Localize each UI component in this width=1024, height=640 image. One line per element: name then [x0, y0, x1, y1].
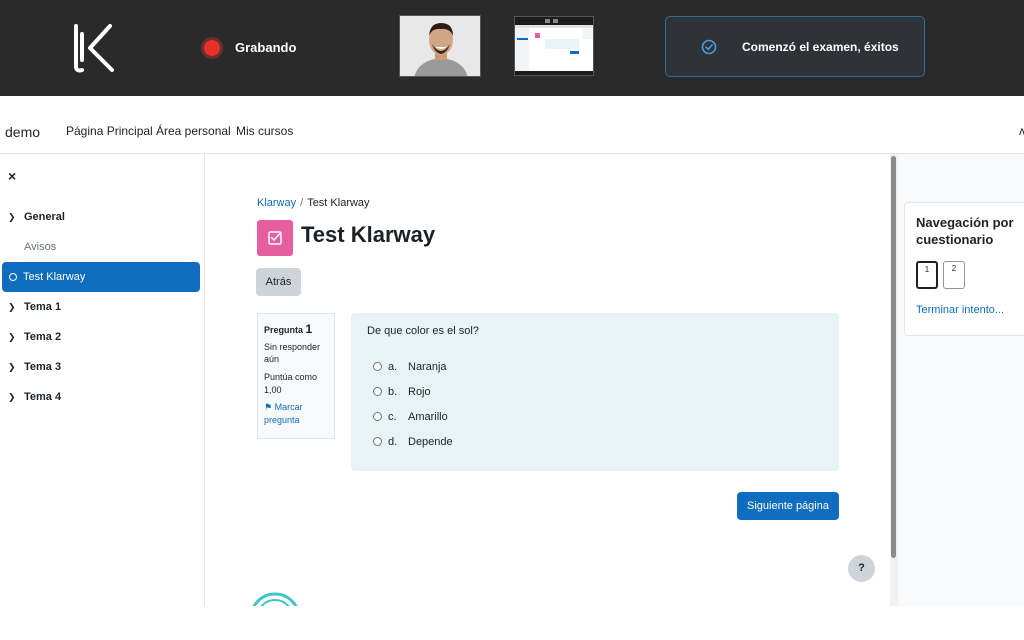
quiz-nav-question-1[interactable]: 1 [916, 261, 938, 289]
section-label: Tema 4 [24, 391, 62, 403]
check-circle-icon [701, 39, 717, 55]
main-content: Klarway / Test Klarway Test Klarway Atrás … [205, 154, 889, 606]
answer-option-d[interactable]: d. Depende [373, 436, 453, 448]
answer-option-a[interactable]: a. Naranja [373, 361, 447, 373]
next-page-button[interactable]: Siguiente página [737, 492, 839, 520]
option-text: Naranja [408, 361, 447, 373]
section-label: General [24, 211, 65, 223]
quiz-nav-question-2[interactable]: 2 [943, 261, 965, 289]
breadcrumb-current: Test Klarway [307, 197, 370, 209]
question-label: Pregunta [264, 325, 304, 335]
webcam-preview [399, 15, 481, 77]
recording-label: Grabando [235, 40, 297, 55]
finish-attempt-link[interactable]: Terminar intento... [916, 304, 1004, 316]
question-number-row: Pregunta 1 [264, 321, 328, 338]
close-icon[interactable]: × [8, 168, 16, 184]
breadcrumb-link[interactable]: Klarway [257, 197, 296, 209]
flag-question-link[interactable]: ⚑ Marcar pregunta [264, 401, 328, 426]
question-number: 1 [305, 322, 313, 336]
option-letter: d. [388, 436, 398, 448]
chevron-down-icon: ❯ [8, 302, 16, 312]
option-letter: c. [388, 411, 397, 423]
option-letter: b. [388, 386, 398, 398]
option-text: Amarillo [408, 411, 448, 423]
option-text: Depende [408, 436, 453, 448]
question-text: De que color es el sol? [367, 325, 479, 337]
exam-status-text: Comenzó el examen, éxitos [742, 40, 899, 54]
section-label: Tema 2 [24, 331, 62, 343]
nav-link-my-courses[interactable]: Mis cursos [236, 124, 293, 138]
flag-icon: ⚑ [264, 402, 273, 413]
question-state: Sin responder aún [264, 341, 321, 365]
section-label: Tema 3 [24, 361, 62, 373]
screen-share-preview [514, 16, 594, 76]
proctoring-bar: Grabando Comenzó el examen, éxitos [0, 0, 1024, 96]
chevron-down-icon: ❯ [8, 392, 16, 402]
answer-option-c[interactable]: c. Amarillo [373, 411, 448, 423]
screen-thumbnail-icon [515, 17, 593, 75]
top-navigation: demo Página Principal Área personal Mis … [0, 96, 1024, 154]
scrollbar[interactable] [890, 154, 898, 606]
footer-logo-icon [249, 590, 301, 606]
sidebar-item-avisos[interactable]: Avisos [24, 241, 56, 253]
sidebar-item-label: Test Klarway [23, 271, 86, 283]
section-tema-1[interactable]: ❯ Tema 1 [8, 301, 61, 313]
answer-option-b[interactable]: b. Rojo [373, 386, 431, 398]
radio-button[interactable] [373, 412, 382, 421]
quiz-activity-icon [257, 220, 293, 256]
chevron-down-icon: ❯ [8, 362, 16, 372]
radio-button[interactable] [373, 437, 382, 446]
scrollbar-thumb[interactable] [891, 156, 896, 558]
quiz-navigation-block: Navegación por cuestionario 1 2 Terminar… [904, 202, 1024, 336]
section-tema-2[interactable]: ❯ Tema 2 [8, 331, 61, 343]
circle-icon [9, 273, 17, 281]
help-button[interactable]: ? [848, 555, 875, 582]
option-letter: a. [388, 361, 398, 373]
section-general[interactable]: ❯ General [8, 211, 65, 223]
section-label: Tema 1 [24, 301, 62, 313]
record-dot-icon [204, 40, 220, 56]
radio-button[interactable] [373, 387, 382, 396]
radio-button[interactable] [373, 362, 382, 371]
exam-status-box: Comenzó el examen, éxitos [665, 16, 925, 77]
question-marks: Puntúa como 1,00 [264, 371, 318, 395]
course-index-sidebar: × ❯ General Avisos Test Klarway ❯ Tema 1 ❯… [0, 154, 205, 606]
breadcrumb-separator: / [300, 197, 304, 209]
breadcrumb: Klarway / Test Klarway [257, 197, 370, 209]
site-name[interactable]: demo [5, 124, 40, 140]
question-box: De que color es el sol? a. Naranja b. Rojo… [351, 313, 839, 471]
section-tema-3[interactable]: ❯ Tema 3 [8, 361, 61, 373]
nav-link-home[interactable]: Página Principal [66, 124, 153, 138]
chevron-down-icon: ❯ [8, 332, 16, 342]
klarway-logo-icon [74, 24, 114, 73]
sidebar-item-test-klarway[interactable]: Test Klarway [2, 262, 200, 292]
nav-edge-glyph: ʌ [1019, 124, 1024, 138]
question-info-panel: Pregunta 1 Sin responder aún Puntúa como… [257, 313, 335, 439]
quiz-navigation-title: Navegación por cuestionario [916, 215, 1014, 247]
back-button[interactable]: Atrás [256, 268, 301, 296]
chevron-down-icon: ❯ [8, 212, 16, 222]
right-drawer: Navegación por cuestionario 1 2 Terminar… [898, 154, 1024, 606]
option-text: Rojo [408, 386, 431, 398]
person-avatar-icon [400, 16, 480, 76]
section-tema-4[interactable]: ❯ Tema 4 [8, 391, 61, 403]
nav-link-dashboard[interactable]: Área personal [156, 124, 231, 138]
page-title: Test Klarway [301, 222, 436, 247]
